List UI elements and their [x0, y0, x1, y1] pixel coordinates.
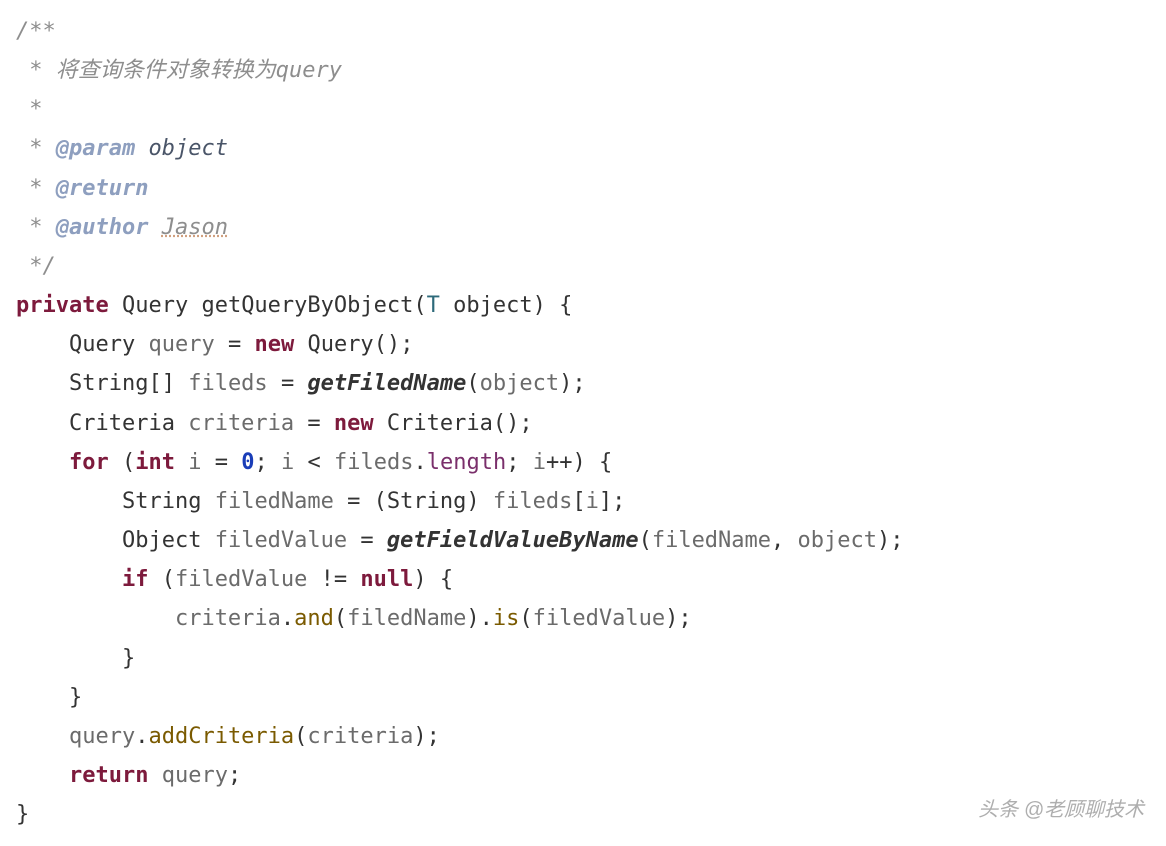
kw-return: return — [69, 763, 148, 788]
javadoc-return-prefix: * — [16, 176, 56, 201]
kw-private: private — [16, 293, 109, 318]
var-filedValue: filedValue — [215, 528, 347, 553]
type-stringarr: String[] — [69, 371, 175, 396]
javadoc-desc: 将查询条件对象转换为query — [56, 58, 342, 83]
javadoc-param-tag: @param — [56, 136, 135, 161]
kw-for: for — [69, 450, 109, 475]
kw-int: int — [135, 450, 175, 475]
type-query: Query — [122, 293, 188, 318]
call-is: is — [493, 606, 520, 631]
kw-new-1: new — [254, 332, 294, 357]
type-query-2: Query — [69, 332, 135, 357]
type-string: String — [122, 489, 201, 514]
var-query: query — [148, 332, 214, 357]
javadoc-blank-1: * — [16, 97, 43, 122]
call-getFieldValueByName: getFieldValueByName — [387, 528, 639, 553]
var-i: i — [188, 450, 201, 475]
var-criteria: criteria — [188, 411, 294, 436]
javadoc-desc-prefix: * — [16, 58, 56, 83]
var-fileds: fileds — [188, 371, 267, 396]
javadoc-param-name: object — [148, 136, 227, 161]
javadoc-author-tag: @author — [56, 215, 149, 240]
javadoc-close: */ — [16, 254, 56, 279]
call-getFiledName: getFiledName — [307, 371, 466, 396]
num-zero: 0 — [241, 450, 254, 475]
method-name: getQueryByObject — [201, 293, 413, 318]
type-object: Object — [122, 528, 201, 553]
kw-new-2: new — [334, 411, 374, 436]
param-object: object — [453, 293, 532, 318]
type-T: T — [427, 293, 440, 318]
code-block: /** * 将查询条件对象转换为query * * @param object … — [16, 12, 1150, 834]
javadoc-author-name: Jason — [162, 215, 228, 240]
call-and: and — [294, 606, 334, 631]
kw-if: if — [122, 567, 149, 592]
javadoc-open: /** — [16, 19, 56, 44]
javadoc-author-prefix: * — [16, 215, 56, 240]
javadoc-return-tag: @return — [56, 176, 149, 201]
kw-null: null — [360, 567, 413, 592]
type-criteria: Criteria — [69, 411, 175, 436]
javadoc-param-prefix: * — [16, 136, 56, 161]
watermark-text: 头条 @老顾聊技术 — [978, 793, 1144, 829]
call-addCriteria: addCriteria — [148, 724, 294, 749]
field-length: length — [427, 450, 506, 475]
var-filedName: filedName — [215, 489, 334, 514]
